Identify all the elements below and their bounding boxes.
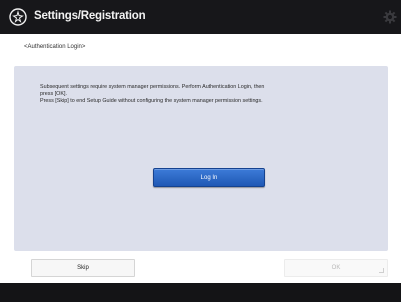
- ok-button[interactable]: OK: [284, 259, 388, 277]
- message-line-3: Press [Skip] to end Setup Guide without …: [40, 98, 263, 105]
- log-in-button[interactable]: Log In: [153, 168, 265, 187]
- screen-label: <Authentication Login>: [24, 44, 86, 50]
- message-line-2: press [OK].: [40, 91, 67, 98]
- settings-registration-icon: [9, 8, 27, 26]
- message-line-1: Subsequent settings require system manag…: [40, 84, 265, 90]
- gear-icon[interactable]: [383, 10, 397, 24]
- ok-button-label: OK: [331, 265, 341, 271]
- instruction-message: Subsequent settings require system manag…: [40, 84, 375, 106]
- page-title: Settings/Registration: [34, 10, 146, 22]
- title-bar: Settings/Registration: [0, 0, 401, 34]
- corner-mark-icon: [379, 268, 384, 273]
- skip-button[interactable]: Skip: [31, 259, 135, 277]
- status-bar: [0, 283, 401, 302]
